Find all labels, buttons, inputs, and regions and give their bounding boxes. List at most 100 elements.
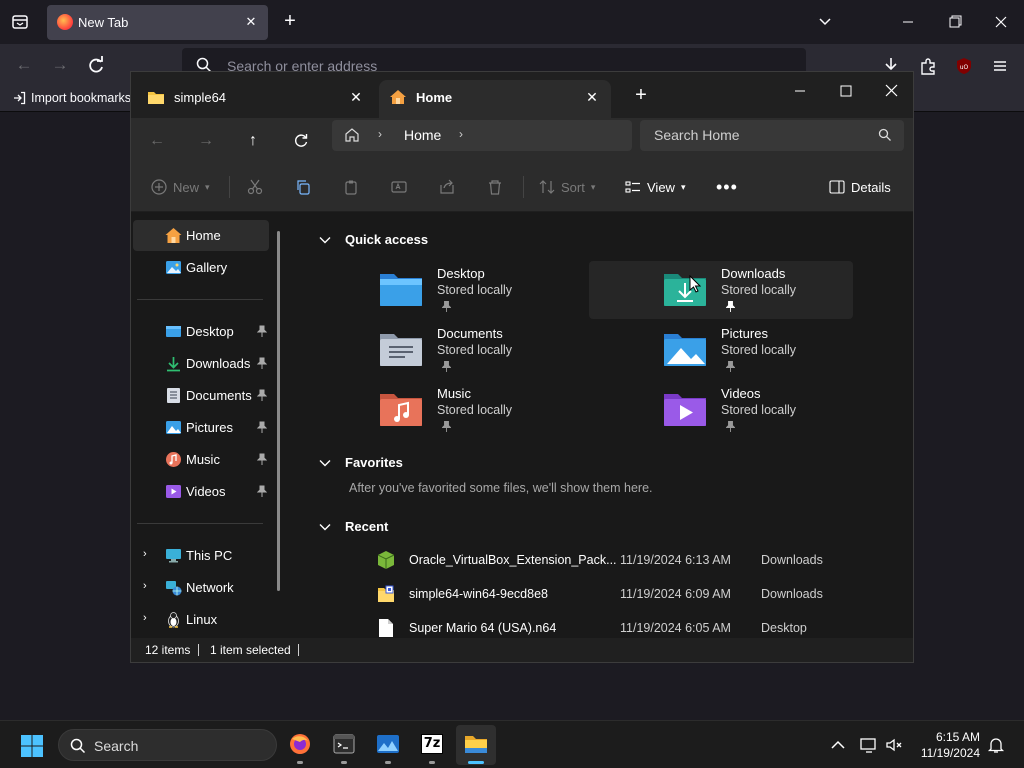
notifications-bell-icon[interactable] xyxy=(986,735,1006,755)
search-box[interactable]: Search Home xyxy=(640,120,904,151)
chevron-right-icon[interactable]: › xyxy=(143,612,153,626)
chevron-right-icon[interactable]: › xyxy=(143,548,153,562)
sidebar-item-gallery[interactable]: Gallery xyxy=(133,252,269,283)
taskbar-clock[interactable]: 6:15 AM 11/19/2024 xyxy=(914,729,980,761)
quick-access-videos[interactable]: Videos Stored locally xyxy=(663,381,927,439)
forward-icon[interactable]: → xyxy=(48,54,72,78)
ublock-icon[interactable]: uO xyxy=(952,54,976,78)
back-icon[interactable]: ← xyxy=(143,127,171,155)
show-hidden-icons-chevron-up-icon[interactable] xyxy=(828,735,848,755)
close-icon[interactable]: ✕ xyxy=(583,88,601,106)
trash-icon xyxy=(489,180,501,195)
table-row[interactable]: Oracle_VirtualBox_Extension_Pack... 11/1… xyxy=(377,545,897,575)
7zip-icon: 7z xyxy=(421,734,443,754)
quick-access-documents[interactable]: Documents Stored locally xyxy=(379,321,643,379)
sidebar-item-label: Linux xyxy=(186,612,218,627)
list-all-tabs-icon[interactable] xyxy=(810,8,840,36)
recent-file-location: Downloads xyxy=(761,587,823,601)
sidebar-item-this-pc[interactable]: › This PC xyxy=(133,540,269,571)
start-button[interactable] xyxy=(20,734,44,758)
minimize-icon[interactable] xyxy=(777,76,823,106)
maximize-icon[interactable] xyxy=(823,76,869,106)
quick-access-music[interactable]: Music Stored locally xyxy=(379,381,643,439)
taskbar-terminal[interactable] xyxy=(324,725,364,765)
sort-button[interactable]: Sort ▾ xyxy=(539,174,595,200)
favorites-header[interactable]: Favorites xyxy=(319,455,403,470)
sidebar-item-home[interactable]: Home xyxy=(133,220,269,251)
search-icon xyxy=(878,128,891,141)
taskbar-file-explorer[interactable] xyxy=(456,725,496,765)
minimize-icon[interactable] xyxy=(893,8,923,36)
recent-file-name: simple64-win64-9ecd8e8 xyxy=(409,587,548,601)
new-tab-button[interactable]: + xyxy=(278,10,302,34)
refresh-icon[interactable] xyxy=(287,127,315,155)
chevron-right-icon[interactable]: › xyxy=(459,127,463,141)
recent-header[interactable]: Recent xyxy=(319,519,388,534)
close-window-icon[interactable] xyxy=(868,76,914,106)
share-button[interactable] xyxy=(439,174,455,200)
close-window-icon[interactable] xyxy=(986,8,1016,36)
forward-icon[interactable]: → xyxy=(192,127,220,155)
pin-icon xyxy=(257,357,267,369)
home-icon xyxy=(390,90,406,104)
sidebar-item-downloads[interactable]: Downloads xyxy=(133,348,269,379)
reload-icon[interactable] xyxy=(84,54,108,78)
sidebar-item-documents[interactable]: Documents xyxy=(133,380,269,411)
clipboard-icon xyxy=(345,180,357,195)
close-icon[interactable]: ✕ xyxy=(242,13,260,31)
extensions-icon[interactable] xyxy=(916,54,940,78)
plus-circle-icon xyxy=(151,179,167,195)
documents-folder-icon xyxy=(380,334,422,366)
browser-tab-new-tab[interactable]: New Tab ✕ xyxy=(47,5,268,40)
new-button[interactable]: New ▾ xyxy=(151,174,210,200)
quick-access-downloads[interactable]: Downloads Stored locally xyxy=(589,261,853,319)
rename-button[interactable] xyxy=(391,174,407,200)
back-icon[interactable]: ← xyxy=(12,54,36,78)
explorer-tab-home[interactable]: Home ✕ xyxy=(379,80,611,118)
sidebar-item-desktop[interactable]: Desktop xyxy=(133,316,269,347)
sidebar-scrollbar[interactable] xyxy=(277,231,280,591)
sidebar-item-music[interactable]: Music xyxy=(133,444,269,475)
up-icon[interactable]: ↑ xyxy=(239,127,267,155)
network-status-icon[interactable] xyxy=(859,735,879,755)
paste-button[interactable] xyxy=(343,174,359,200)
taskbar-7zip[interactable]: 7z xyxy=(412,725,452,765)
table-row[interactable]: simple64-win64-9ecd8e8 11/19/2024 6:09 A… xyxy=(377,579,897,609)
taskbar-search[interactable]: Search xyxy=(58,729,277,761)
close-icon[interactable]: ✕ xyxy=(347,88,365,106)
taskbar-firefox[interactable] xyxy=(280,725,320,765)
explorer-title-bar: simple64 ✕ Home ✕ + xyxy=(131,72,913,118)
quick-access-name: Desktop xyxy=(437,266,485,281)
sidebar-item-videos[interactable]: Videos xyxy=(133,476,269,507)
section-title: Favorites xyxy=(345,455,403,470)
tab-list-icon[interactable] xyxy=(8,10,32,34)
address-location[interactable]: Home xyxy=(404,127,441,143)
menu-icon[interactable] xyxy=(988,54,1012,78)
details-button[interactable]: Details xyxy=(829,174,891,200)
restore-icon[interactable] xyxy=(940,8,970,36)
sidebar-item-linux[interactable]: › Linux xyxy=(133,604,269,635)
sidebar-item-pictures[interactable]: Pictures xyxy=(133,412,269,443)
copy-button[interactable] xyxy=(295,174,311,200)
new-label: New xyxy=(173,179,200,195)
sidebar-item-network[interactable]: › Network xyxy=(133,572,269,603)
sidebar-item-label: Music xyxy=(186,452,220,467)
quick-access-pictures[interactable]: Pictures Stored locally xyxy=(663,321,927,379)
chevron-right-icon[interactable]: › xyxy=(143,580,153,594)
more-options-icon[interactable]: ••• xyxy=(716,174,738,200)
new-explorer-tab-button[interactable]: + xyxy=(630,85,652,107)
taskbar-search-label: Search xyxy=(94,738,139,754)
delete-button[interactable] xyxy=(487,174,503,200)
cut-button[interactable] xyxy=(247,174,263,200)
sidebar-item-label: Downloads xyxy=(186,356,251,371)
address-bar[interactable]: › Home › xyxy=(332,120,632,151)
volume-muted-icon[interactable] xyxy=(884,735,904,755)
import-bookmarks-button[interactable]: Import bookmarks xyxy=(12,91,131,105)
explorer-tab-simple64[interactable]: simple64 ✕ xyxy=(137,80,375,118)
sidebar-item-label: Pictures xyxy=(186,420,233,435)
quick-access-name: Documents xyxy=(437,326,503,341)
quick-access-header[interactable]: Quick access xyxy=(319,232,428,247)
taskbar-app[interactable] xyxy=(368,725,408,765)
view-button[interactable]: View ▾ xyxy=(625,174,685,200)
chevron-right-icon: › xyxy=(378,127,382,141)
